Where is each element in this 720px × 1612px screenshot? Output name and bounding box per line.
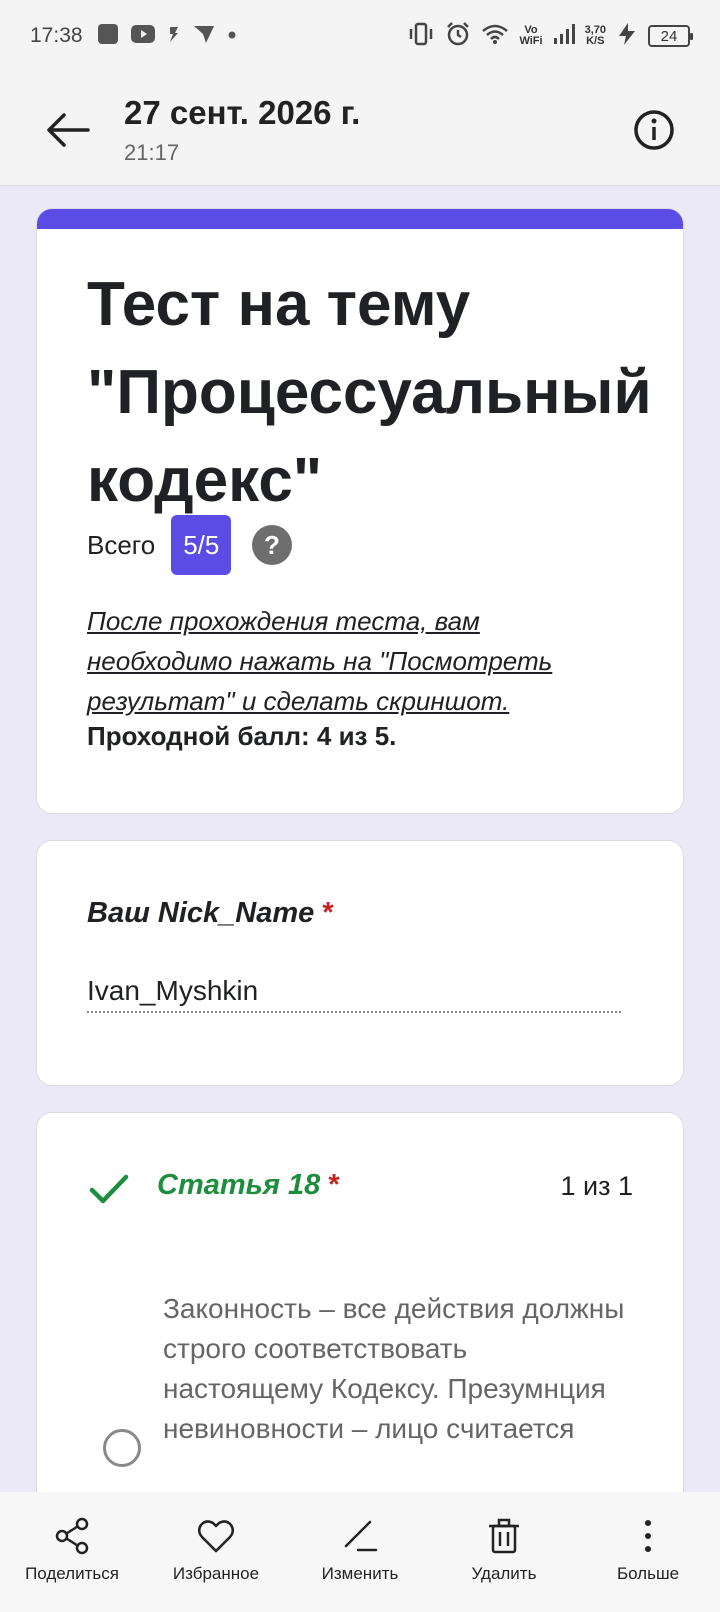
app-notification-icon — [167, 25, 181, 48]
more-button[interactable]: Больше — [583, 1516, 713, 1612]
signal-icon — [553, 23, 575, 50]
answer-underline — [87, 1011, 621, 1013]
form-header-card: Тест на тему "Процессуальный кодекс" Все… — [36, 208, 684, 814]
status-time: 17:38 — [30, 24, 83, 47]
required-mark: * — [328, 1169, 340, 1201]
svg-text:?: ? — [264, 530, 280, 560]
heart-icon — [198, 1520, 234, 1553]
answer-value: Ivan_Myshkin — [87, 975, 259, 1006]
page-subtitle: 21:17 — [124, 140, 180, 165]
charging-icon — [616, 22, 638, 51]
alarm-icon — [445, 21, 471, 52]
arrow-back-icon — [47, 113, 90, 147]
vibrate-icon — [407, 22, 435, 51]
back-button[interactable] — [40, 102, 96, 158]
more-vert-icon — [645, 1520, 651, 1552]
bottom-action-bar: Поделиться Избранное Изменить Удалить Бо… — [0, 1492, 720, 1612]
wifi-icon — [481, 23, 509, 50]
favorite-button[interactable]: Избранное — [151, 1516, 281, 1612]
help-icon[interactable]: ? — [251, 524, 293, 566]
form-title: Тест на тему "Процессуальный кодекс" — [87, 270, 652, 515]
vowifi-indicator: Vo WiFi — [519, 24, 543, 47]
page-title: 27 сент. 2026 г. — [124, 94, 361, 131]
share-button[interactable]: Поделиться — [7, 1516, 137, 1612]
favorite-label: Избранное — [172, 1564, 260, 1583]
question-title: Статья 18 * — [157, 1169, 340, 1201]
share-label: Поделиться — [25, 1564, 119, 1583]
share-icon — [55, 1517, 89, 1555]
option-radio[interactable] — [103, 1429, 141, 1467]
score-row: Всего 5/5 ? — [87, 515, 293, 575]
check-icon — [89, 1174, 129, 1204]
nickname-question-card: Ваш Nick_Name * Ivan_Myshkin — [36, 840, 684, 1086]
youtube-notification-icon — [130, 24, 155, 48]
more-notifications-dot — [227, 27, 237, 45]
network-speed: 3,70 K/S — [584, 24, 606, 47]
edit-button[interactable]: Изменить — [295, 1516, 425, 1612]
status-bar: 17:38 Vo WiFi 3,70 K/S 24 — [0, 0, 720, 72]
option-label: Законность – все действия должны строго … — [163, 1293, 625, 1444]
question-card: Статья 18 * 1 из 1 Законность – все дейс… — [36, 1112, 684, 1532]
required-mark: * — [322, 897, 334, 929]
question-label: Ваш Nick_Name * — [87, 897, 334, 929]
edit-icon — [344, 1520, 378, 1552]
info-button[interactable] — [632, 108, 676, 152]
score-label: Всего — [87, 529, 156, 560]
form-description: После прохождения теста, вам необходимо … — [87, 606, 553, 716]
score-badge: 5/5 — [171, 515, 232, 575]
info-icon — [634, 110, 674, 150]
delete-button[interactable]: Удалить — [439, 1516, 569, 1612]
accent-band — [37, 209, 683, 229]
gallery-notification-icon — [97, 23, 119, 50]
question-score: 1 из 1 — [560, 1171, 634, 1201]
send-notification-icon — [193, 24, 215, 49]
battery-indicator: 24 — [648, 25, 693, 47]
delete-label: Удалить — [471, 1564, 537, 1583]
app-bar: 27 сент. 2026 г. 21:17 — [0, 72, 720, 186]
trash-icon — [489, 1518, 519, 1554]
edit-label: Изменить — [321, 1564, 399, 1583]
pass-note: Проходной балл: 4 из 5. — [87, 721, 397, 751]
more-label: Больше — [616, 1564, 680, 1583]
